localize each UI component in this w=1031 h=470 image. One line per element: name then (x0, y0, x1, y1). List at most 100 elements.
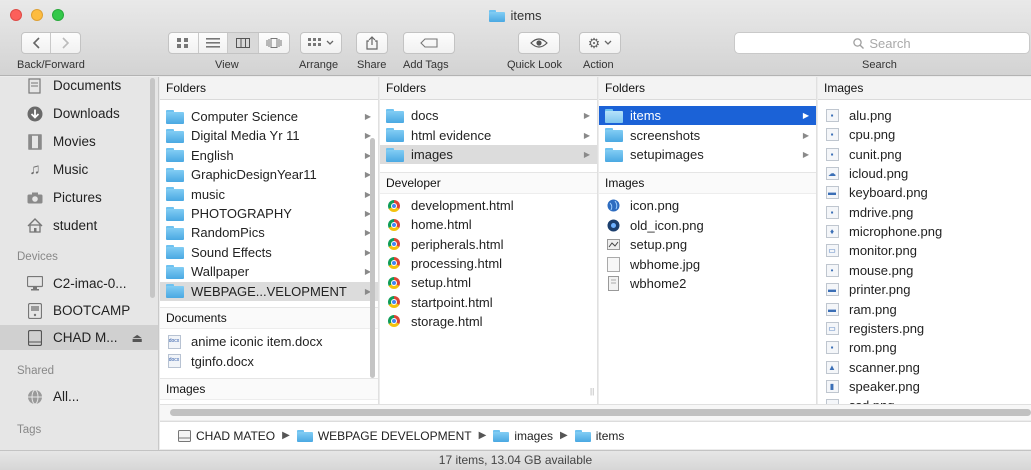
sidebar-item-imac[interactable]: C2-imac-0... (0, 271, 158, 296)
image-file-row[interactable]: ▪ rom.png (818, 338, 1031, 357)
image-file-row[interactable]: ▬ssd.png (818, 396, 1031, 404)
html-file-row[interactable]: development.html (380, 196, 597, 215)
share-label: Share (357, 59, 387, 71)
image-file-row[interactable]: icon.png (599, 196, 816, 215)
folder-row[interactable]: music ▶ (160, 185, 378, 204)
eject-icon[interactable]: ⏏ (132, 331, 143, 345)
path-segment-items[interactable]: items (596, 429, 625, 443)
folder-row[interactable]: Computer Science ▶ (160, 107, 378, 126)
forward-button[interactable] (51, 33, 80, 53)
image-file-row[interactable]: ▪ mdrive.png (818, 203, 1031, 222)
document-row[interactable]: docx tginfo.docx (160, 352, 378, 371)
drive-icon (26, 329, 44, 347)
folder-row[interactable]: Wallpaper ▶ (160, 262, 378, 281)
image-file-row[interactable]: ▬ printer.png (818, 280, 1031, 299)
image-file-row[interactable]: setup.png (599, 235, 816, 254)
image-file-row[interactable]: ▮ speaker.png (818, 377, 1031, 396)
sidebar-item-bootcamp[interactable]: BOOTCAMP (0, 298, 158, 323)
folder-icon (166, 167, 184, 182)
image-file-row[interactable]: ▭ monitor.png (818, 241, 1031, 260)
back-forward-control (21, 32, 81, 54)
image-file-row[interactable]: wbhome2 (599, 274, 816, 293)
column-1-documents-heading: Documents (160, 307, 378, 329)
path-segment-images[interactable]: images (514, 429, 553, 443)
view-list-button[interactable] (199, 33, 229, 53)
image-file-row[interactable]: • mouse.png (818, 261, 1031, 280)
folder-row[interactable]: setupimages ▶ (599, 145, 816, 164)
arrange-button[interactable] (300, 32, 342, 54)
html-file-row[interactable]: startpoint.html (380, 293, 597, 312)
folder-row[interactable]: Sound Effects ▶ (160, 243, 378, 262)
column-1: Folders Computer Science ▶ Digital Media Y… (160, 77, 379, 404)
image-file-row[interactable]: wbhome.jpg (599, 255, 816, 274)
item-name: Computer Science (191, 109, 298, 124)
item-name: RandomPics (191, 225, 265, 241)
view-coverflow-button[interactable] (259, 33, 289, 53)
sidebar-item-student[interactable]: student (0, 213, 158, 238)
folder-row[interactable]: html evidence ▶ (380, 126, 597, 145)
sidebar-item-music[interactable]: ♫ Music (0, 157, 158, 182)
search-field[interactable]: Search (734, 32, 1030, 54)
column-2-folders-heading: Folders (380, 77, 597, 100)
sidebar-scrollbar[interactable] (150, 78, 155, 298)
sidebar-item-movies[interactable]: Movies (0, 129, 158, 154)
sidebar-item-downloads[interactable]: Downloads (0, 101, 158, 126)
add-tags-label: Add Tags (403, 59, 449, 71)
sidebar-item-pictures[interactable]: Pictures (0, 185, 158, 210)
image-thumbnail-icon: ▬ (824, 302, 840, 316)
image-file-row[interactable]: ▲ scanner.png (818, 358, 1031, 377)
html-file-row[interactable]: peripherals.html (380, 235, 597, 254)
image-file-row[interactable]: ▭ registers.png (818, 319, 1031, 338)
folder-row[interactable]: docs ▶ (380, 106, 597, 125)
disclosure-arrow-icon: ▶ (583, 130, 590, 140)
html-file-row[interactable]: processing.html (380, 254, 597, 273)
image-file-row[interactable]: ♦ microphone.png (818, 222, 1031, 241)
image-file-row[interactable]: old_icon.png (599, 216, 816, 235)
add-tags-button[interactable] (403, 32, 455, 54)
view-icons-button[interactable] (169, 33, 199, 53)
image-file-row[interactable]: ▬ keyboard.png (818, 183, 1031, 202)
action-button[interactable]: ⚙ (579, 32, 621, 54)
image-thumbnail-icon: ▭ (824, 244, 840, 258)
folder-row[interactable]: PHOTOGRAPHY ▶ (160, 204, 378, 223)
folder-row[interactable]: items ▶ (599, 106, 816, 125)
back-button[interactable] (22, 33, 52, 53)
folder-row[interactable]: Digital Media Yr 11 ▶ (160, 126, 378, 145)
item-name: WEBPAGE...VELOPMENT (191, 283, 347, 299)
image-file-row[interactable]: ☁ icloud.png (818, 164, 1031, 183)
folder-row[interactable]: English ▶ (160, 146, 378, 165)
sidebar-item-label: C2-imac-0... (53, 276, 127, 291)
image-file-row[interactable]: ▪ cpu.png (818, 125, 1031, 144)
item-name: printer.png (849, 282, 911, 298)
folder-row[interactable]: screenshots ▶ (599, 126, 816, 145)
sidebar-item-chad-drive[interactable]: CHAD M... ⏏ (0, 325, 158, 350)
image-file-row[interactable]: ▪ alu.png (818, 106, 1031, 125)
horizontal-scrollbar[interactable] (170, 409, 1031, 416)
image-thumbnail-icon: ▪ (824, 341, 840, 355)
html-file-row[interactable]: setup.html (380, 273, 597, 292)
path-segment-drive[interactable]: CHAD MATEO (196, 429, 275, 443)
image-file-row[interactable]: ▪ cunit.png (818, 145, 1031, 164)
quick-look-button[interactable] (518, 32, 560, 54)
html-file-row[interactable]: home.html (380, 215, 597, 234)
column-1-folders-heading: Folders (160, 77, 378, 100)
sidebar-item-label: Downloads (53, 106, 120, 121)
image-file-row[interactable]: ▬ ram.png (818, 300, 1031, 319)
folder-row[interactable]: WEBPAGE...VELOPMENT ▶ (160, 281, 378, 301)
folder-row[interactable]: GraphicDesignYear11 ▶ (160, 165, 378, 184)
sidebar-item-documents[interactable]: Documents (0, 77, 158, 98)
column-1-scrollbar[interactable] (370, 138, 375, 378)
item-name: mdrive.png (849, 204, 914, 220)
folder-row[interactable]: RandomPics ▶ (160, 223, 378, 242)
html-file-row[interactable]: storage.html (380, 312, 597, 331)
globe-image-icon (605, 199, 621, 213)
item-name: keyboard.png (849, 185, 928, 201)
share-button[interactable] (356, 32, 388, 54)
sidebar-item-all-shared[interactable]: All... (0, 384, 158, 409)
view-columns-button[interactable] (228, 33, 259, 53)
image-thumbnail-icon: • (824, 263, 840, 277)
document-row[interactable]: docx anime iconic item.docx (160, 332, 378, 351)
folder-row[interactable]: images ▶ (380, 145, 597, 164)
path-segment-webpage-development[interactable]: WEBPAGE DEVELOPMENT (318, 429, 472, 443)
column-resize-handle[interactable]: || (590, 387, 594, 396)
